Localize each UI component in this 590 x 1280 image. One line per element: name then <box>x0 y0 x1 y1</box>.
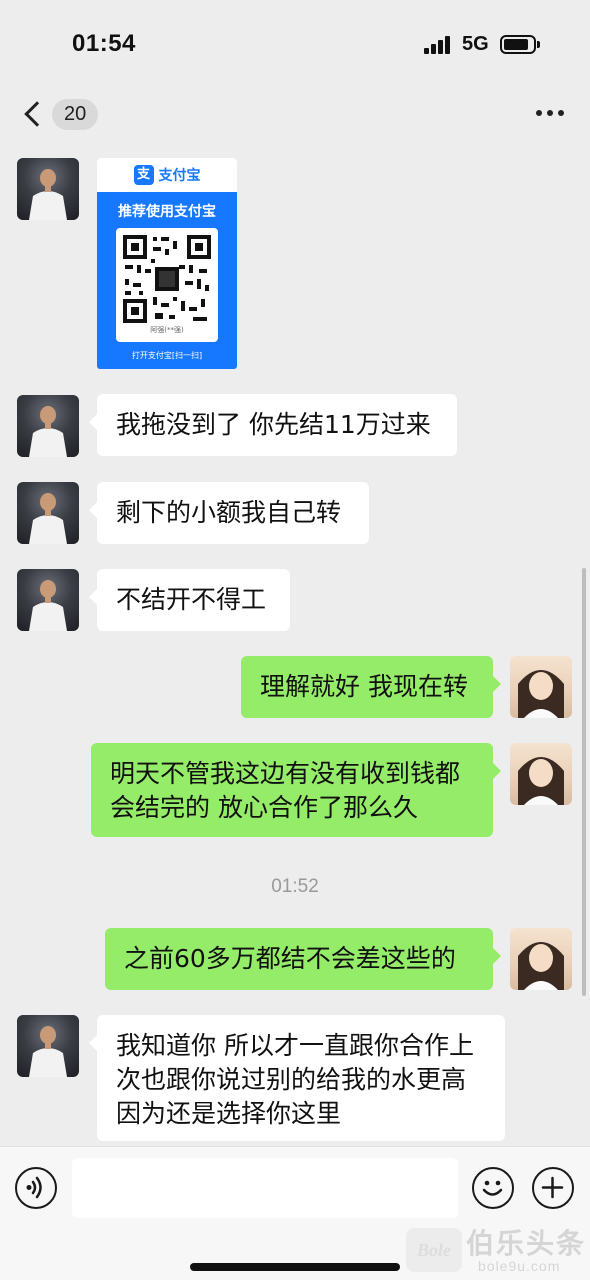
status-bar: 01:54 5G <box>0 0 590 88</box>
add-button[interactable] <box>532 1167 574 1209</box>
avatar[interactable] <box>17 1015 79 1077</box>
chat-nav-bar: 20 <box>0 88 590 140</box>
unread-count-badge: 20 <box>52 98 99 130</box>
message-line: 次也跟你说过别的给我的水更高 <box>116 1065 467 1094</box>
network-type: 5G <box>462 33 489 55</box>
message-bubble-incoming[interactable]: 我知道你 所以才一直跟你合作上 次也跟你说过别的给我的水更高 因为还是选择你这里 <box>89 1015 505 1141</box>
message-bubble-incoming[interactable]: 不结开不得工 <box>89 569 290 631</box>
home-indicator <box>190 1263 400 1271</box>
avatar[interactable] <box>510 656 572 718</box>
voice-button[interactable] <box>15 1167 57 1209</box>
message-bubble-outgoing[interactable]: 之前60多万都结不会差这些的 <box>105 928 501 990</box>
watermark-logo: Bole <box>406 1228 462 1272</box>
avatar[interactable] <box>510 743 572 805</box>
message-line: 因为还是选择你这里 <box>116 1099 342 1128</box>
voice-icon <box>26 1176 42 1199</box>
alipay-recommend-text: 推荐使用支付宝 <box>118 204 216 220</box>
alipay-logo-icon: 支 <box>133 165 154 185</box>
alipay-header: 支 支付宝 <box>97 158 237 192</box>
add-icon <box>541 1176 564 1199</box>
back-button[interactable]: 20 <box>20 96 99 132</box>
message-timestamp: 01:52 <box>271 876 319 897</box>
more-button[interactable] <box>536 110 564 116</box>
emoji-button[interactable] <box>472 1167 514 1209</box>
avatar[interactable] <box>510 928 572 990</box>
status-time: 01:54 <box>72 30 136 57</box>
watermark: Bole 伯乐头条 bole9u.com <box>400 1222 590 1278</box>
signal-icon <box>424 36 454 54</box>
avatar[interactable] <box>17 482 79 544</box>
alipay-scan-hint: 打开支付宝[扫一扫] <box>131 351 203 360</box>
emoji-icon <box>482 1180 503 1196</box>
message-bubble-outgoing[interactable]: 明天不管我这边有没有收到钱都 会结完的 放心合作了那么久 <box>91 743 501 837</box>
message-input[interactable] <box>72 1158 458 1218</box>
message-line: 明天不管我这边有没有收到钱都 <box>110 759 461 788</box>
more-icon <box>536 110 542 116</box>
watermark-title: 伯乐头条 <box>466 1227 587 1260</box>
avatar[interactable] <box>17 158 79 220</box>
battery-icon <box>500 35 540 54</box>
avatar[interactable] <box>17 569 79 631</box>
message-bubble-incoming[interactable]: 我拖没到了 你先结11万过来 <box>89 394 457 456</box>
alipay-qr-card[interactable]: 支 支付宝 推荐使用支付宝 阿强(**强) 打开支付宝[扫一扫] <box>97 158 237 369</box>
message-line: 我知道你 所以才一直跟你合作上 <box>116 1031 474 1060</box>
message-bubble-outgoing[interactable]: 理解就好 我现在转 <box>241 656 501 718</box>
scrollbar[interactable] <box>582 568 586 996</box>
back-chevron-icon <box>24 101 50 127</box>
watermark-url: bole9u.com <box>478 1258 561 1274</box>
qr-box: 阿强(**强) <box>116 228 218 342</box>
qr-code-icon <box>123 235 211 323</box>
avatar[interactable] <box>17 395 79 457</box>
qr-owner-name: 阿强(**强) <box>150 326 184 334</box>
alipay-brand: 支付宝 <box>158 168 201 184</box>
message-line: 会结完的 放心合作了那么久 <box>110 793 418 822</box>
message-bubble-incoming[interactable]: 剩下的小额我自己转 <box>89 482 369 544</box>
